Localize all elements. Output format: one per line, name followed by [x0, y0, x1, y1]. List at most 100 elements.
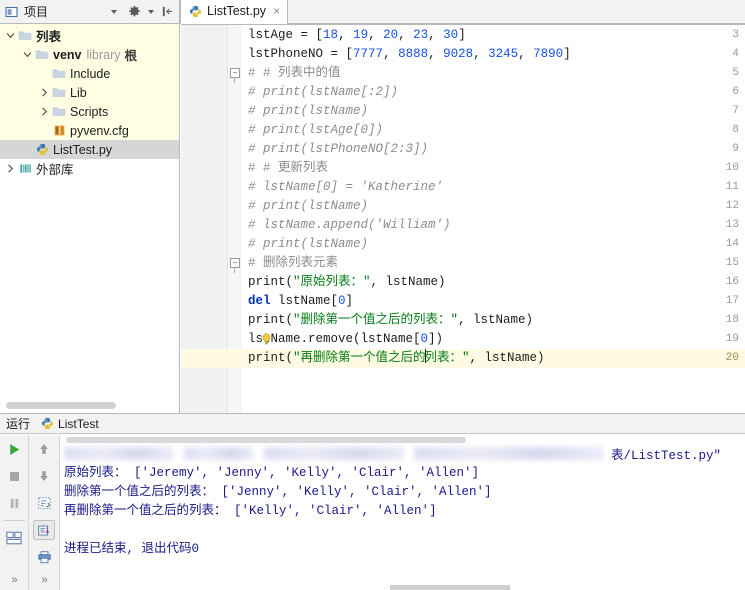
collapse-panel-icon[interactable]	[159, 4, 175, 20]
arrow-up-icon[interactable]	[33, 439, 55, 459]
line-number: 15	[725, 257, 739, 269]
sidebar-item-scripts[interactable]: Scripts	[0, 102, 179, 121]
sidebar-item-external-libs[interactable]: 外部库	[0, 159, 179, 178]
code-line[interactable]: print("删除第一个值之后的列表：", lstName)	[248, 311, 533, 330]
console-command-line: 表/ListTest.py"	[64, 445, 745, 464]
sidebar-item-lists-root[interactable]: 列表	[0, 26, 179, 45]
folder-icon	[51, 66, 67, 82]
console-output[interactable]: 表/ListTest.py" 原始列表： ['Jeremy', 'Jenny',…	[60, 435, 745, 590]
code-token: # lstName[0] = 'Katherine'	[248, 180, 444, 194]
window-bottom-strip	[390, 585, 510, 590]
sidebar-item-lib[interactable]: Lib	[0, 83, 179, 102]
intention-bulb-icon[interactable]	[260, 333, 273, 346]
code-line[interactable]: # print(lstName)	[248, 235, 368, 254]
toolbar-divider	[3, 520, 25, 521]
code-line[interactable]: lstName.remove(lstName[0])	[248, 330, 443, 349]
chevron-down-icon[interactable]	[21, 50, 34, 59]
code-line[interactable]: # lstName.append('William')	[248, 216, 451, 235]
code-token: , lstName)	[469, 351, 545, 365]
code-token: lstName.remove(lstName[	[248, 332, 421, 346]
close-icon[interactable]: ×	[273, 5, 280, 17]
editor-code-area[interactable]: lstAge = [18, 19, 20, 23, 30] lstPhoneNO …	[242, 24, 745, 413]
code-token: # print(lstName)	[248, 199, 369, 213]
line-number: 19	[725, 333, 739, 345]
fold-marker-icon[interactable]: −	[230, 68, 240, 78]
code-line[interactable]: # lstName[0] = 'Katherine'	[248, 178, 443, 197]
code-token: ]	[458, 28, 466, 42]
sidebar-item-label: venv	[53, 47, 82, 62]
console-lines: 原始列表： ['Jeremy', 'Jenny', 'Kelly', 'Clai…	[64, 464, 745, 559]
code-editor[interactable]: lstAge = [18, 19, 20, 23, 30] lstPhoneNO …	[181, 24, 745, 413]
tab-listtest-py[interactable]: ListTest.py ×	[180, 0, 289, 24]
gear-dropdown-caret-icon[interactable]	[146, 4, 155, 20]
code-token: 7890	[533, 47, 564, 61]
soft-wrap-icon[interactable]	[33, 493, 55, 513]
sidebar-item-pyvenv-cfg[interactable]: pyvenv.cfg	[0, 121, 179, 140]
pause-icon[interactable]	[3, 493, 25, 513]
library-icon	[17, 161, 33, 177]
code-token: ,	[338, 28, 354, 42]
chevron-double-right-icon[interactable]: »	[11, 574, 17, 586]
line-number: 14	[725, 238, 739, 250]
play-icon[interactable]	[3, 439, 25, 459]
code-line[interactable]: # # 更新列表	[248, 159, 328, 178]
line-number: 17	[725, 295, 739, 307]
code-line[interactable]: # print(lstPhoneNO[2:3])	[248, 140, 428, 159]
gear-icon[interactable]	[126, 4, 142, 20]
code-token: , lstName)	[458, 313, 534, 327]
code-line[interactable]: lstPhoneNO = [7777, 8888, 9028, 3245, 78…	[248, 45, 571, 64]
code-line[interactable]: # 删除列表元素	[248, 254, 338, 273]
code-token: lstAge	[248, 28, 301, 42]
console-line: 原始列表： ['Jeremy', 'Jenny', 'Kelly', 'Clai…	[64, 466, 480, 480]
code-token: # print(lstPhoneNO[2:3])	[248, 142, 429, 156]
code-token: 9028	[443, 47, 474, 61]
printer-icon[interactable]	[33, 547, 55, 567]
chevron-double-right-icon[interactable]: »	[41, 574, 47, 586]
stop-icon[interactable]	[3, 466, 25, 486]
line-number: 13	[725, 219, 739, 231]
console-horizontal-scrollbar[interactable]	[66, 437, 466, 443]
sidebar-item-label: Scripts	[70, 104, 109, 119]
code-line[interactable]: print("原始列表：", lstName)	[248, 273, 446, 292]
chevron-down-icon[interactable]	[106, 4, 122, 20]
code-token: lstName[	[270, 294, 339, 308]
top-row: 项目 ListTest.py ×	[0, 0, 745, 24]
sidebar-item-venv[interactable]: venv library 根	[0, 45, 179, 64]
chevron-right-icon[interactable]	[38, 107, 51, 116]
code-token: =	[300, 28, 316, 42]
code-line[interactable]: del lstName[0]	[248, 292, 353, 311]
code-line[interactable]: # print(lstName[:2])	[248, 83, 398, 102]
sidebar-item-listtest-py[interactable]: ListTest.py	[0, 140, 179, 159]
line-number: 5	[732, 67, 739, 79]
code-token: ]	[345, 294, 354, 308]
scroll-end-icon[interactable]	[33, 520, 55, 540]
code-line[interactable]: # print(lstName)	[248, 102, 368, 121]
tab-label: ListTest.py	[207, 4, 267, 18]
chevron-down-icon[interactable]	[4, 31, 17, 40]
ide-window: 项目 ListTest.py × 列表 venv library 根 Inclu…	[0, 0, 745, 590]
code-token: [	[315, 28, 324, 42]
code-line[interactable]: # # 列表中的值	[248, 64, 341, 83]
line-number: 3	[732, 29, 739, 41]
code-line[interactable]: print("再删除第一个值之后的列表：", lstName)	[248, 349, 545, 368]
chevron-right-icon[interactable]	[38, 88, 51, 97]
code-line[interactable]: # print(lstAge[0])	[248, 121, 383, 140]
run-toolbar-right: »	[29, 435, 60, 590]
fold-marker-icon[interactable]: −	[230, 258, 240, 268]
project-tree-panel[interactable]: 列表 venv library 根 Include Lib Scripts pyvenv.cf…	[0, 24, 180, 413]
code-token: [	[345, 47, 354, 61]
chevron-right-icon[interactable]	[4, 164, 17, 173]
arrow-down-icon[interactable]	[33, 466, 55, 486]
sidebar-item-sublabel: library	[86, 47, 121, 62]
layout-icon[interactable]	[3, 528, 25, 548]
sidebar-item-include[interactable]: Include	[0, 64, 179, 83]
fold-region-line	[234, 78, 235, 83]
code-line[interactable]: lstAge = [18, 19, 20, 23, 30]	[248, 26, 466, 45]
code-token: # print(lstAge[0])	[248, 123, 384, 137]
run-configuration-tab[interactable]: ListTest	[35, 417, 105, 431]
folder-icon	[51, 85, 67, 101]
sidebar-horizontal-scrollbar[interactable]	[6, 402, 116, 409]
code-token: 30	[443, 28, 459, 42]
code-line[interactable]: # print(lstName)	[248, 197, 368, 216]
